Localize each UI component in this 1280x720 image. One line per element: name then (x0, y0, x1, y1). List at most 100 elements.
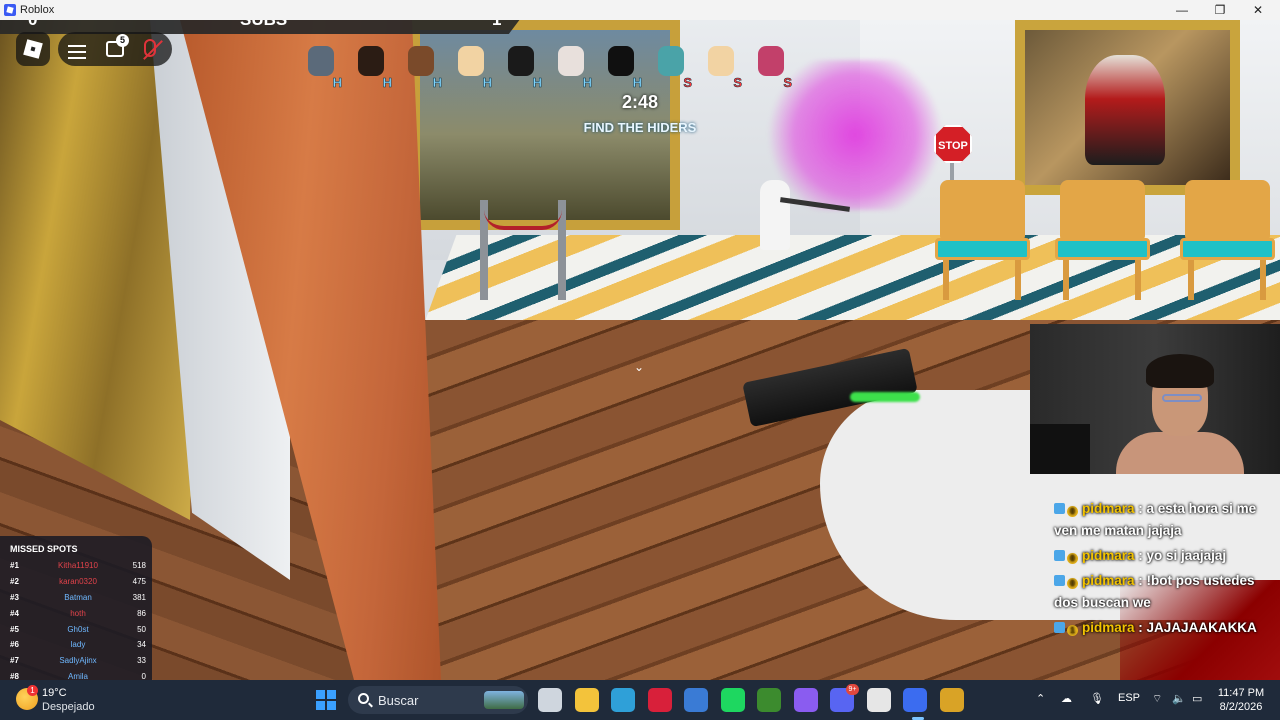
round-timer: 2:48 (621, 92, 659, 112)
leaderboard-rank: #4 (10, 608, 19, 618)
cloud-icon[interactable]: ☁ (1061, 692, 1072, 705)
coin-icon: 0 (1067, 553, 1078, 564)
chat-text: : !bot pos ustedes (1138, 573, 1255, 588)
chat-username: pidmara (1082, 548, 1135, 563)
chat-message: 0 pidmara : a esta hora si me ven me matan… (1054, 498, 1256, 542)
weather-temp[interactable]: 19°C (42, 687, 67, 699)
objective-text: FIND THE HIDERS (583, 120, 697, 135)
clock-time: 11:47 PM (1217, 687, 1265, 699)
chair (1055, 180, 1150, 300)
role-tag: H (632, 75, 642, 91)
velvet-rope (484, 210, 562, 230)
leaderboard-score: 86 (137, 608, 146, 618)
player-avatar: S (650, 44, 692, 90)
roblox-studio-icon[interactable] (866, 688, 891, 712)
discord-icon[interactable]: 9+ (830, 684, 859, 712)
store-icon[interactable] (684, 688, 708, 712)
mic-muted-icon[interactable] (144, 39, 156, 57)
chat-text: : yo si jaajajaj (1138, 548, 1227, 563)
leaderboard-name: karan0320 (59, 577, 97, 587)
leaderboard-name: SadlyAjinx (59, 656, 97, 666)
gun-glow (850, 392, 920, 402)
system-clock[interactable]: 11:47 PM 8/2/2026 (1210, 686, 1272, 714)
roblox-app-icon (4, 4, 16, 16)
leaderboard-rank: #6 (10, 640, 19, 650)
search-highlight-thumbnail (484, 691, 524, 709)
chair (1180, 180, 1275, 300)
language-indicator[interactable]: ESP (1118, 692, 1140, 704)
weather-condition[interactable]: Despejado (42, 701, 95, 713)
webcam-overlay (1030, 324, 1280, 474)
chat-text: : a esta hora si me (1138, 501, 1257, 516)
leaderboard-rank: #2 (10, 577, 19, 587)
leaderboard-score: 381 (132, 592, 146, 602)
coin-icon: 0 (1067, 506, 1078, 517)
window-titlebar: Roblox — ❐ ✕ (0, 0, 1280, 20)
avatar-head (558, 46, 584, 76)
avatar-head (708, 46, 734, 76)
role-tag: H (332, 75, 342, 91)
leaderboard-row: #6 lady 34 (10, 637, 146, 653)
streamer-torso (1116, 432, 1244, 474)
missed-spots-leaderboard: MISSED SPOTS #1 Kitha11910 518 #2 karan0320 4… (0, 536, 152, 682)
chat-message: 1 pidmara : JAJAJAAKAKKA (1054, 617, 1257, 639)
weather-badge: 1 (27, 685, 38, 696)
maximize-button[interactable]: ❐ (1200, 0, 1240, 20)
mic-icon[interactable]: 🎙 (1090, 692, 1104, 705)
player-avatar: H (400, 44, 442, 90)
avatar-head (358, 46, 384, 76)
chat-message: 0 pidmara : !bot pos ustedes dos buscan we (1054, 570, 1255, 614)
chat-username: pidmara (1082, 501, 1135, 516)
role-tag: S (733, 75, 742, 91)
stream-chat: 0 pidmara : a esta hora si me ven me matan… (1040, 490, 1280, 680)
minecraft-icon[interactable] (757, 688, 781, 712)
player-avatar: S (750, 44, 792, 90)
player-avatar: S (700, 44, 742, 90)
roblox-icon[interactable] (903, 688, 927, 712)
player-roster: HHHHHHHSSS (300, 44, 792, 90)
avatar-head (508, 46, 534, 76)
task-view-icon[interactable] (538, 688, 562, 712)
streamer-hair (1146, 354, 1214, 388)
leaderboard-name: Batman (64, 592, 92, 602)
search-placeholder: Buscar (378, 693, 419, 708)
role-tag: S (683, 75, 692, 91)
avatar-head (308, 46, 334, 76)
close-button[interactable]: ✕ (1238, 0, 1278, 20)
chat-username: pidmara (1082, 620, 1135, 635)
wifi-icon[interactable]: ⌔ (1152, 692, 1162, 706)
hamburger-menu-icon[interactable] (68, 41, 88, 59)
leaderboard-rank: #5 (10, 624, 19, 634)
topbar-controls: 5 (58, 32, 172, 66)
avatar-head (608, 46, 634, 76)
chat-text: : JAJAJAAKAKKA (1138, 620, 1257, 635)
copilot-icon[interactable] (793, 688, 818, 712)
start-button[interactable] (316, 690, 336, 710)
obs-icon[interactable] (939, 688, 964, 712)
leaderboard-row: #7 SadlyAjinx 33 (10, 653, 146, 669)
minimize-button[interactable]: — (1162, 0, 1202, 20)
leaderboard-score: 33 (137, 656, 146, 666)
player-avatar: H (350, 44, 392, 90)
chat-username: pidmara (1082, 573, 1135, 588)
opera-icon[interactable] (647, 688, 672, 712)
chat-badge-icon (1054, 575, 1065, 586)
windows-taskbar: 1 19°C Despejado Buscar 9+ ⌃ ☁ 🎙 ESP ⌔ 🔈… (0, 680, 1280, 720)
coin-icon: 1 (1067, 625, 1078, 636)
file-explorer-icon[interactable] (574, 688, 599, 712)
spotify-icon[interactable] (720, 688, 745, 712)
leaderboard-row: #3 Batman 381 (10, 590, 146, 606)
screen: Roblox — ❐ ✕ STOP ⌄ 0 SUBS 1 (0, 0, 1280, 720)
leaderboard-score: 475 (132, 577, 146, 587)
chevron-up-icon[interactable]: ⌃ (1036, 692, 1045, 705)
chat-text: ven me matan jajaja (1054, 523, 1182, 538)
glasses (1162, 394, 1202, 402)
battery-icon[interactable]: ▭ (1192, 692, 1202, 705)
leaderboard-row: #5 Gh0st 50 (10, 621, 146, 637)
roblox-menu-button[interactable] (16, 32, 50, 66)
edge-icon[interactable] (611, 688, 635, 712)
volume-icon[interactable]: 🔈 (1172, 692, 1186, 705)
taskbar-search[interactable]: Buscar (348, 686, 528, 714)
stop-sign: STOP (934, 125, 972, 163)
player-avatar: H (300, 44, 342, 90)
